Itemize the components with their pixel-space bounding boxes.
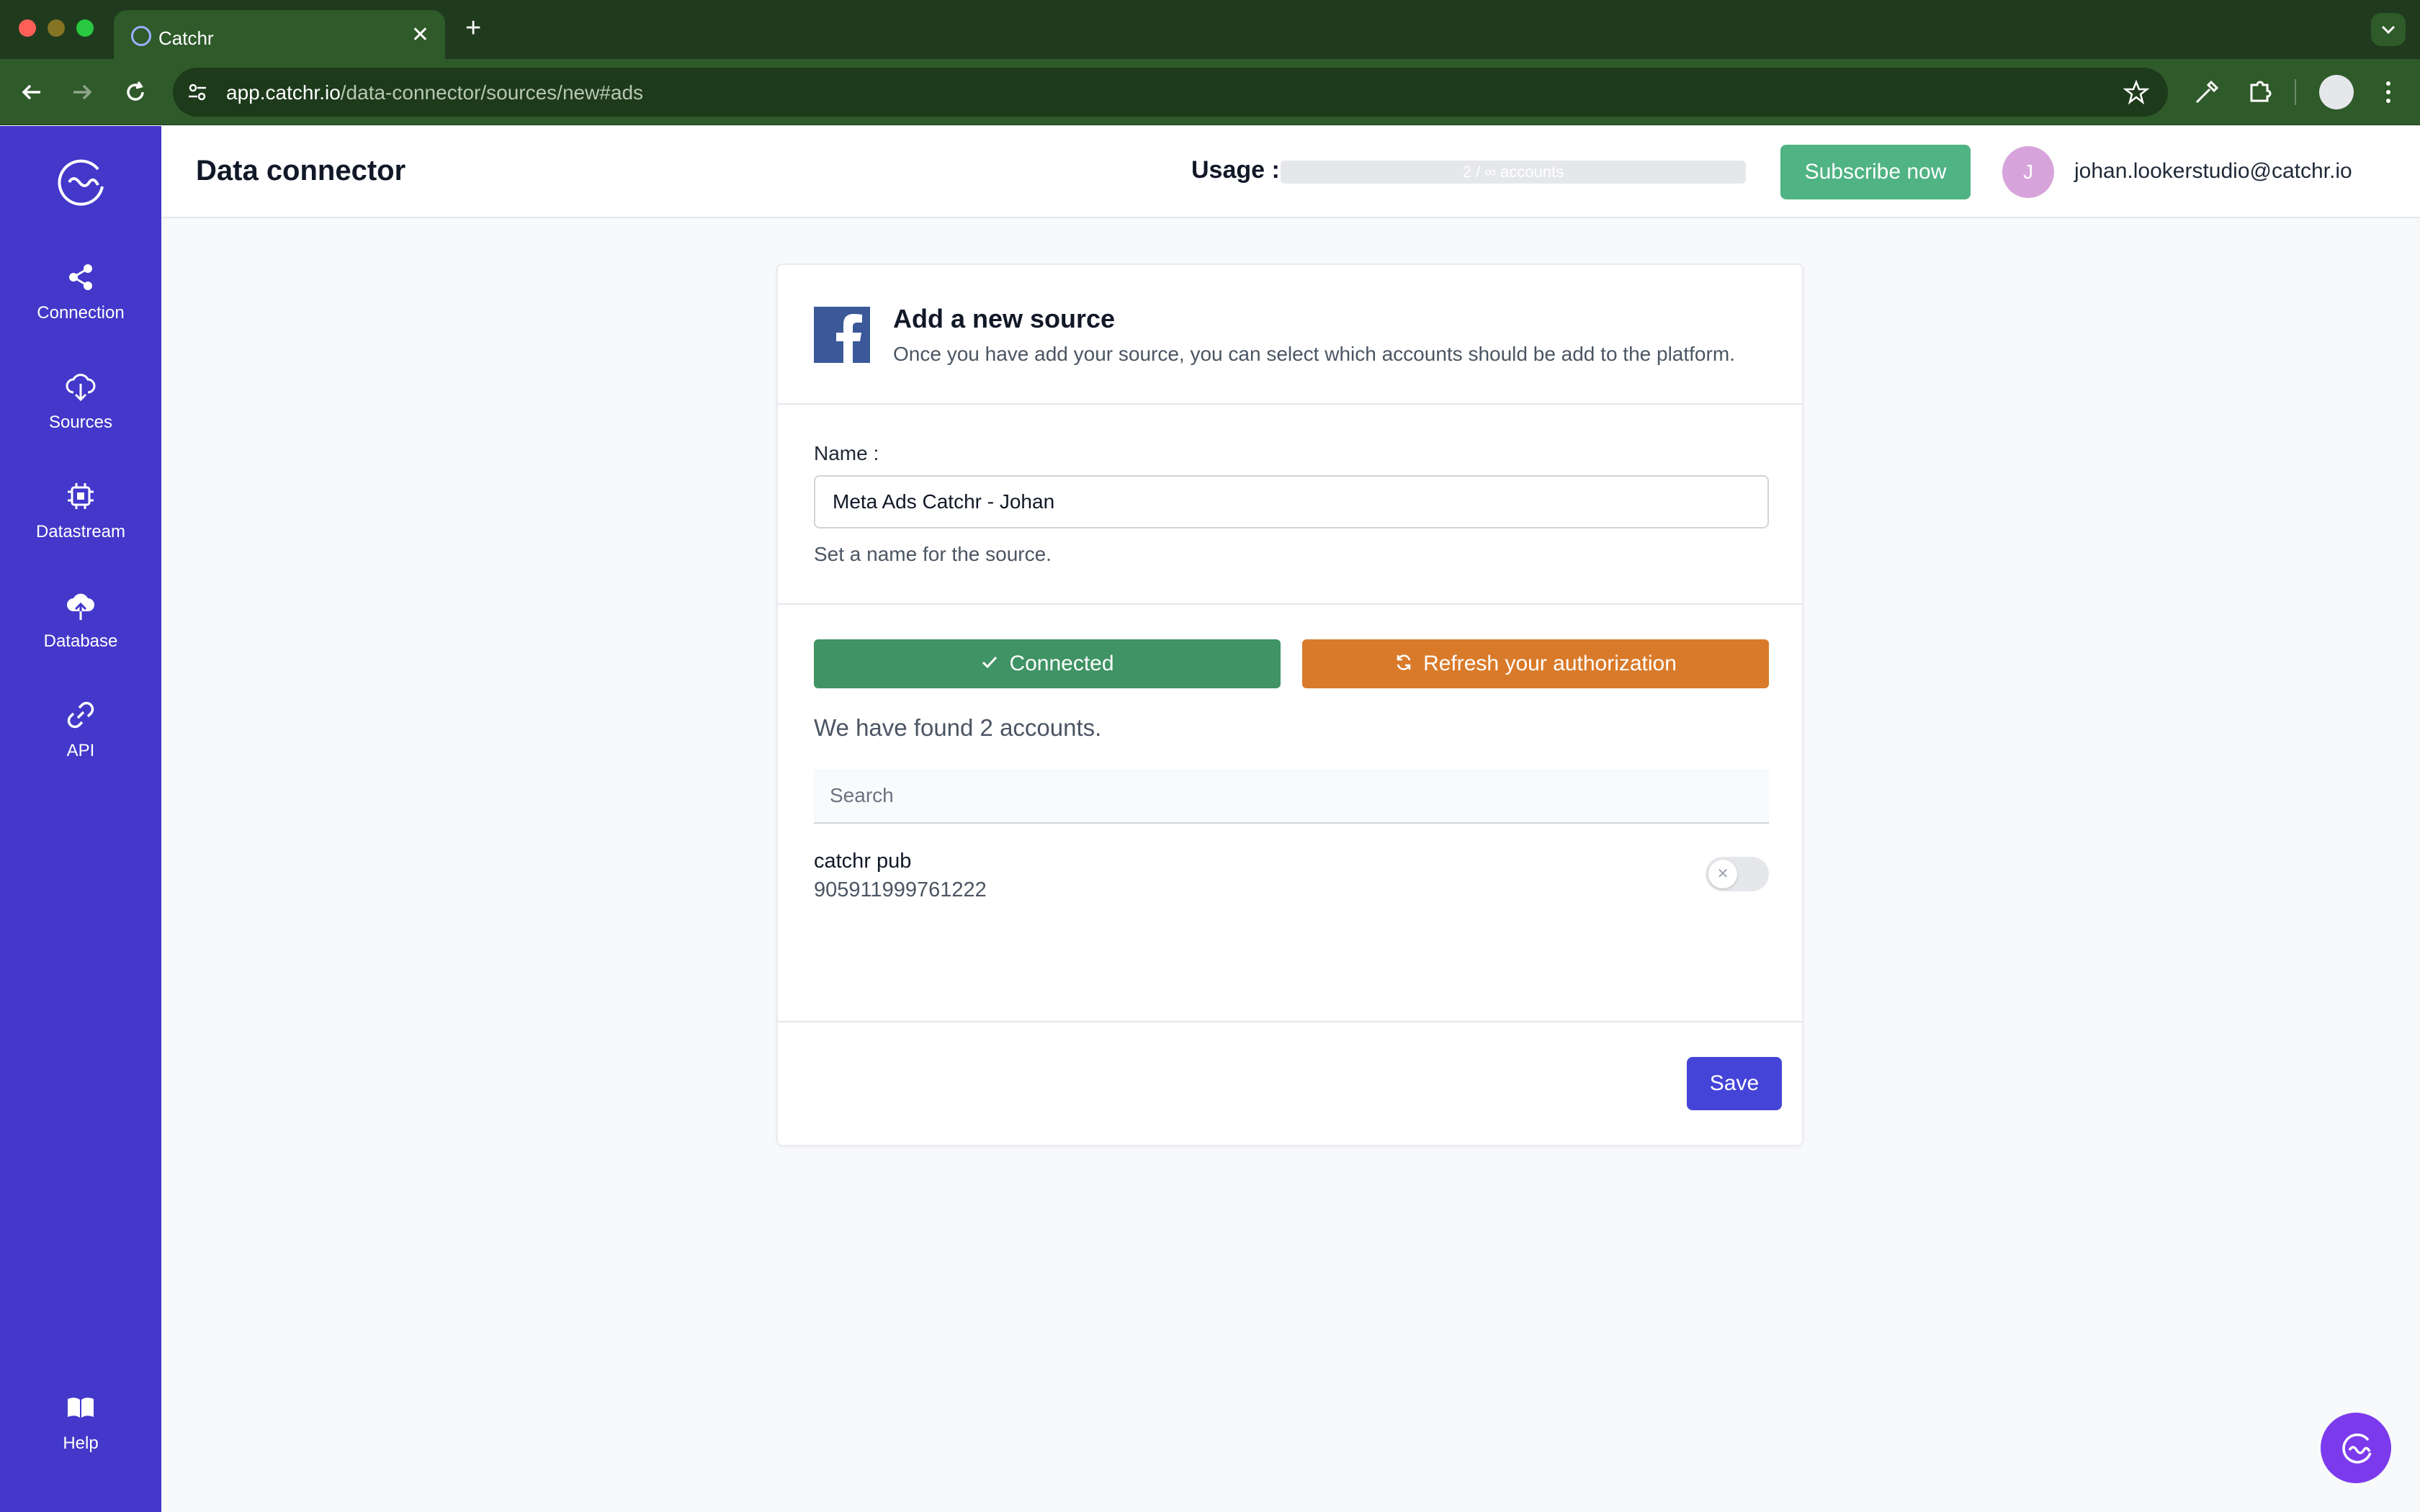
cloud-upload-icon bbox=[67, 593, 94, 620]
sidebar-item-api[interactable]: API bbox=[0, 698, 161, 791]
section-divider bbox=[778, 403, 1802, 405]
user-avatar[interactable]: J bbox=[2002, 146, 2054, 198]
name-label: Name : bbox=[814, 442, 879, 464]
user-email[interactable]: johan.lookerstudio@catchr.io bbox=[2074, 159, 2352, 184]
usage-label: Usage : bbox=[1191, 156, 1280, 184]
book-open-icon bbox=[68, 1398, 94, 1418]
refresh-icon bbox=[1397, 654, 1411, 670]
section-divider bbox=[778, 603, 1802, 605]
sidebar-item-label: Help bbox=[63, 1434, 99, 1453]
reload-icon[interactable] bbox=[120, 76, 151, 108]
tab-close-icon[interactable]: ✕ bbox=[411, 24, 429, 46]
catchr-logo-icon[interactable] bbox=[48, 153, 114, 211]
account-enable-toggle[interactable]: ✕ bbox=[1706, 857, 1769, 891]
browser-toolbar: app.catchr.io/data-connector/sources/new… bbox=[0, 59, 2420, 125]
link-icon bbox=[67, 701, 94, 729]
page-title: Data connector bbox=[196, 155, 406, 186]
chip-icon bbox=[68, 483, 94, 509]
sidebar-item-help[interactable]: Help bbox=[0, 1390, 161, 1484]
address-bar[interactable]: app.catchr.io/data-connector/sources/new… bbox=[173, 68, 2168, 117]
source-name-input[interactable] bbox=[814, 475, 1769, 528]
toggle-off-icon: ✕ bbox=[1708, 860, 1737, 888]
account-name: catchr pub bbox=[814, 850, 912, 873]
tab-title: Catchr bbox=[158, 27, 214, 49]
app-header: Data connector Usage : 2 / ∞ accounts Su… bbox=[161, 126, 2420, 218]
sidebar-item-connection[interactable]: Connection bbox=[0, 260, 161, 354]
sidebar-item-sources[interactable]: Sources bbox=[0, 369, 161, 463]
url-host: app.catchr.io bbox=[226, 81, 341, 104]
profile-avatar-icon[interactable] bbox=[2319, 75, 2354, 109]
refresh-authorization-button[interactable]: Refresh your authorization bbox=[1302, 639, 1769, 688]
site-settings-icon[interactable] bbox=[186, 81, 209, 104]
facebook-logo-icon bbox=[814, 307, 870, 363]
bookmark-star-icon[interactable] bbox=[2123, 79, 2149, 105]
maximize-window-button[interactable] bbox=[76, 19, 94, 37]
catchr-favicon-icon bbox=[131, 26, 151, 46]
connected-label: Connected bbox=[1009, 652, 1114, 675]
extensions-puzzle-icon[interactable] bbox=[2243, 75, 2277, 109]
subscribe-now-button[interactable]: Subscribe now bbox=[1780, 145, 1971, 199]
cloud-download-icon bbox=[66, 374, 96, 402]
chat-support-button[interactable] bbox=[2321, 1413, 2391, 1483]
usage-progress-bar: 2 / ∞ accounts bbox=[1281, 161, 1746, 184]
sidebar-item-label: Sources bbox=[48, 413, 113, 432]
toolbar-separator bbox=[2295, 79, 2296, 105]
card-subtitle: Once you have add your source, you can s… bbox=[893, 343, 1735, 365]
accounts-found-text: We have found 2 accounts. bbox=[814, 714, 1102, 741]
minimize-window-button[interactable] bbox=[48, 19, 65, 37]
sidebar-item-label: Datastream bbox=[35, 522, 126, 541]
more-options-icon[interactable] bbox=[2371, 75, 2406, 109]
tab-search-button[interactable] bbox=[2371, 13, 2406, 46]
back-arrow-icon[interactable] bbox=[16, 76, 48, 108]
chevron-down-icon bbox=[2381, 25, 2396, 35]
browser-tab[interactable]: Catchr ✕ bbox=[114, 10, 445, 59]
close-window-button[interactable] bbox=[19, 19, 36, 37]
sidebar: Connection Sources Datastream Database A… bbox=[0, 126, 161, 1512]
share-icon bbox=[69, 264, 92, 290]
connected-button[interactable]: Connected bbox=[814, 639, 1281, 688]
sidebar-item-label: Connection bbox=[37, 303, 125, 323]
catchr-chat-icon bbox=[2342, 1434, 2372, 1464]
url-text[interactable]: app.catchr.io/data-connector/sources/new… bbox=[226, 81, 643, 104]
account-search-input[interactable] bbox=[814, 769, 1769, 824]
card-title: Add a new source bbox=[893, 304, 1116, 333]
sidebar-item-label: Database bbox=[43, 631, 118, 651]
add-source-card: Add a new source Once you have add your … bbox=[776, 264, 1803, 1146]
refresh-label: Refresh your authorization bbox=[1423, 652, 1677, 675]
save-button[interactable]: Save bbox=[1687, 1057, 1782, 1110]
url-path: /data-connector/sources/new#ads bbox=[340, 81, 644, 104]
eyedropper-icon[interactable] bbox=[2190, 75, 2224, 109]
sidebar-item-label: API bbox=[66, 741, 95, 760]
section-divider bbox=[778, 1021, 1802, 1022]
check-icon bbox=[982, 657, 998, 669]
forward-arrow-icon[interactable] bbox=[66, 76, 98, 108]
browser-tab-bar: Catchr ✕ + bbox=[0, 0, 2420, 59]
sidebar-item-datastream[interactable]: Datastream bbox=[0, 479, 161, 572]
account-id: 905911999761222 bbox=[814, 878, 987, 901]
name-help-text: Set a name for the source. bbox=[814, 543, 1052, 565]
sidebar-item-database[interactable]: Database bbox=[0, 588, 161, 682]
new-tab-button[interactable]: + bbox=[465, 14, 481, 42]
